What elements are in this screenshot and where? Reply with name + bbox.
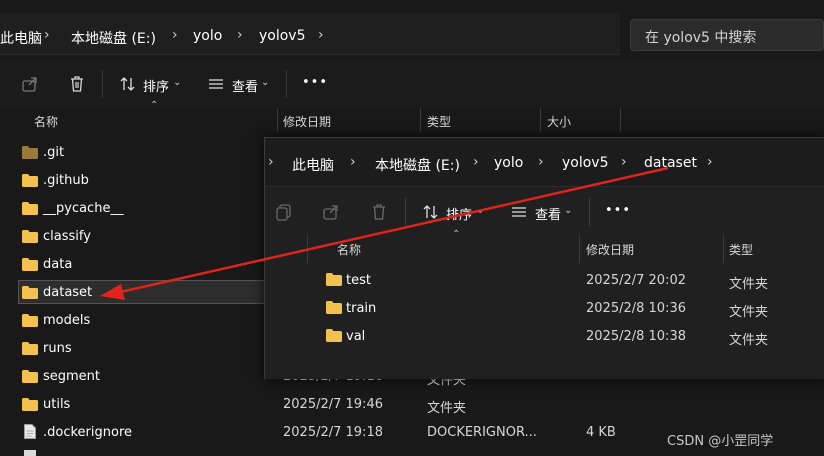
annotation-arrow <box>100 166 669 300</box>
watermark: CSDN @小罡同学 <box>667 434 774 449</box>
